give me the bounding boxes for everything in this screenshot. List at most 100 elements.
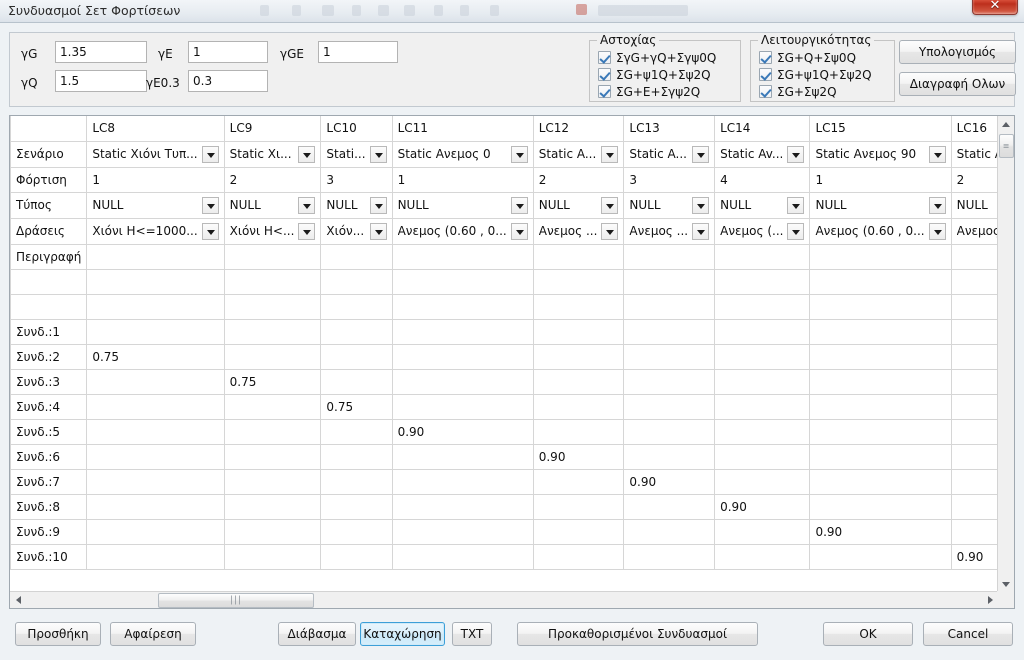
dropdown-cell[interactable]: NULL bbox=[815, 193, 946, 217]
table-cell[interactable]: Static Av... bbox=[714, 140, 811, 168]
table-cell[interactable] bbox=[223, 543, 322, 570]
table-cell[interactable] bbox=[623, 318, 716, 345]
table-cell[interactable] bbox=[391, 368, 534, 395]
predefined-combinations-button[interactable]: Προκαθορισμένοι Συνδυασμοί bbox=[517, 622, 758, 646]
dropdown-cell[interactable]: Static Ανεμ... bbox=[957, 142, 999, 166]
row-header[interactable]: Συνδ.:9 bbox=[10, 518, 88, 545]
chevron-down-icon[interactable] bbox=[201, 222, 219, 240]
checkbox-sls-3[interactable]: ΣG+Σψ2Q bbox=[759, 83, 837, 100]
add-button[interactable]: Προσθήκη bbox=[15, 622, 101, 646]
row-header[interactable]: Συνδ.:7 bbox=[10, 468, 88, 495]
table-cell[interactable] bbox=[714, 318, 811, 345]
table-cell[interactable]: 0.75 bbox=[223, 368, 322, 395]
table-cell[interactable]: 0.75 bbox=[320, 393, 393, 420]
table-cell[interactable]: 3 bbox=[623, 166, 716, 193]
table-cell[interactable] bbox=[809, 418, 952, 445]
column-header-lc8[interactable]: LC8 bbox=[86, 116, 225, 142]
table-cell[interactable] bbox=[623, 518, 716, 545]
chevron-down-icon[interactable] bbox=[692, 145, 710, 163]
table-cell[interactable] bbox=[320, 468, 393, 495]
table-cell[interactable] bbox=[223, 493, 322, 520]
delete-all-button[interactable]: Διαγραφή Ολων bbox=[899, 72, 1016, 96]
table-cell[interactable]: 2 bbox=[223, 166, 322, 193]
table-cell[interactable] bbox=[623, 493, 716, 520]
table-cell[interactable] bbox=[623, 268, 716, 295]
row-header[interactable] bbox=[10, 293, 88, 320]
table-cell[interactable] bbox=[320, 293, 393, 320]
dropdown-cell[interactable]: Stati... bbox=[326, 142, 387, 166]
table-cell[interactable]: 2 bbox=[532, 166, 625, 193]
chevron-down-icon[interactable] bbox=[787, 145, 805, 163]
table-cell[interactable] bbox=[950, 343, 999, 370]
dropdown-cell[interactable]: Χιόνι H<=1000... bbox=[92, 219, 219, 243]
table-cell[interactable] bbox=[714, 518, 811, 545]
table-cell[interactable] bbox=[86, 243, 225, 270]
table-cell[interactable]: 0.90 bbox=[809, 518, 952, 545]
table-cell[interactable] bbox=[623, 418, 716, 445]
row-header[interactable]: Συνδ.:4 bbox=[10, 393, 88, 420]
table-cell[interactable] bbox=[623, 393, 716, 420]
dropdown-cell[interactable]: NULL bbox=[720, 193, 805, 217]
table-cell[interactable] bbox=[391, 318, 534, 345]
chevron-down-icon[interactable] bbox=[692, 222, 710, 240]
chevron-down-icon[interactable] bbox=[928, 145, 946, 163]
chevron-down-icon[interactable] bbox=[601, 222, 619, 240]
table-cell[interactable] bbox=[320, 418, 393, 445]
gamma-g-input[interactable] bbox=[55, 41, 147, 63]
dropdown-cell[interactable]: Static Ανεμος 90 bbox=[815, 142, 946, 166]
table-cell[interactable] bbox=[714, 368, 811, 395]
row-header[interactable]: Τύπος bbox=[10, 191, 88, 219]
scroll-up-icon[interactable] bbox=[998, 116, 1014, 133]
register-button[interactable]: Καταχώρηση bbox=[360, 622, 445, 646]
table-cell[interactable] bbox=[714, 393, 811, 420]
table-cell[interactable]: NULL bbox=[532, 191, 625, 219]
checkbox-sls-1[interactable]: ΣG+Q+Σψ0Q bbox=[759, 49, 856, 66]
table-cell[interactable] bbox=[809, 468, 952, 495]
table-cell[interactable] bbox=[950, 293, 999, 320]
table-cell[interactable] bbox=[950, 318, 999, 345]
table-cell[interactable]: 1 bbox=[86, 166, 225, 193]
table-cell[interactable]: 4 bbox=[714, 166, 811, 193]
column-header-lc14[interactable]: LC14 bbox=[714, 116, 811, 142]
row-header[interactable]: Περιγραφή bbox=[10, 243, 88, 270]
table-cell[interactable]: 1 bbox=[809, 166, 952, 193]
table-cell[interactable]: 0.90 bbox=[532, 443, 625, 470]
table-cell[interactable] bbox=[86, 443, 225, 470]
table-cell[interactable] bbox=[950, 243, 999, 270]
close-button[interactable]: ✕ bbox=[972, 0, 1018, 15]
horizontal-scrollbar[interactable]: ||| bbox=[10, 591, 999, 608]
table-cell[interactable]: Static Ανεμ... bbox=[950, 140, 999, 168]
table-cell[interactable] bbox=[320, 543, 393, 570]
ok-button[interactable]: OK bbox=[823, 622, 913, 646]
table-cell[interactable] bbox=[391, 393, 534, 420]
table-cell[interactable] bbox=[809, 293, 952, 320]
table-cell[interactable]: NULL bbox=[223, 191, 322, 219]
table-cell[interactable] bbox=[320, 368, 393, 395]
column-header-lc16[interactable]: LC16 bbox=[950, 116, 999, 142]
table-cell[interactable] bbox=[714, 443, 811, 470]
row-header[interactable]: Φόρτιση bbox=[10, 166, 88, 193]
table-cell[interactable] bbox=[532, 343, 625, 370]
column-header-lc15[interactable]: LC15 bbox=[809, 116, 952, 142]
dropdown-cell[interactable]: Ανεμος (0.60 , 0... bbox=[398, 219, 528, 243]
table-cell[interactable]: Χιόν... bbox=[320, 217, 393, 245]
table-cell[interactable] bbox=[391, 443, 534, 470]
cancel-button[interactable]: Cancel bbox=[923, 622, 1013, 646]
table-cell[interactable] bbox=[391, 293, 534, 320]
dropdown-cell[interactable]: Ανεμος (... bbox=[720, 219, 805, 243]
table-cell[interactable]: 0.90 bbox=[391, 418, 534, 445]
checkbox-uls-3[interactable]: ΣG+E+Σγψ2Q bbox=[598, 83, 700, 100]
table-cell[interactable] bbox=[223, 268, 322, 295]
row-header[interactable]: Συνδ.:10 bbox=[10, 543, 88, 570]
table-cell[interactable] bbox=[223, 468, 322, 495]
table-cell[interactable] bbox=[623, 243, 716, 270]
dropdown-cell[interactable]: Ανεμος ... bbox=[539, 219, 619, 243]
table-cell[interactable] bbox=[391, 518, 534, 545]
remove-button[interactable]: Αφαίρεση bbox=[110, 622, 196, 646]
checkbox-uls-2[interactable]: ΣG+ψ1Q+Σψ2Q bbox=[598, 66, 711, 83]
table-cell[interactable]: 0.75 bbox=[86, 343, 225, 370]
table-cell[interactable]: Ανεμος ... bbox=[532, 217, 625, 245]
table-cell[interactable] bbox=[623, 343, 716, 370]
table-cell[interactable] bbox=[809, 343, 952, 370]
table-cell[interactable]: Ανεμος ... bbox=[623, 217, 716, 245]
